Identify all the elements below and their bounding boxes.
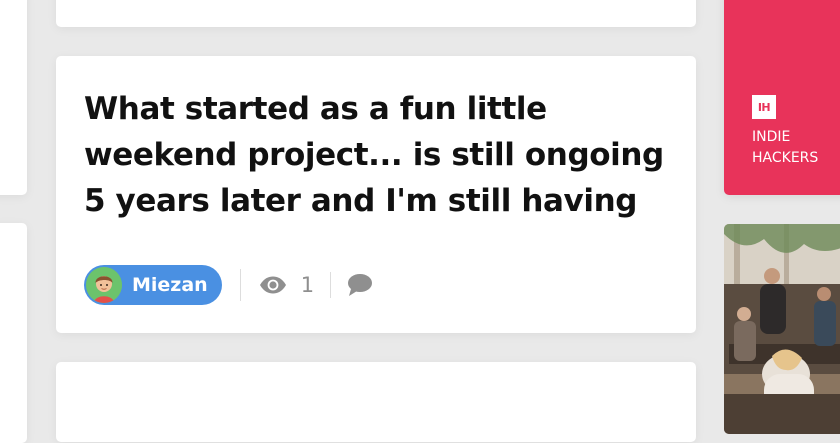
view-count-value: 1 (300, 272, 315, 297)
post-meta: Miezan 1 (84, 264, 373, 305)
view-count: 1 (259, 273, 314, 297)
author-pill[interactable]: Miezan (84, 264, 222, 305)
cafe-photo-image (724, 224, 840, 434)
avatar (86, 266, 122, 303)
indie-hackers-name: INDIE HACKERS (752, 129, 819, 166)
post-card-previous[interactable] (56, 0, 696, 27)
comment-icon[interactable] (347, 273, 373, 297)
adjacent-card-left-bottom (0, 223, 27, 443)
post-card[interactable]: What started as a fun little weekend pro… (56, 56, 696, 333)
meta-divider (239, 268, 241, 301)
avatar-icon (86, 266, 122, 303)
adjacent-card-left-top (0, 0, 27, 195)
eye-icon (259, 276, 287, 294)
author-name: Miezan (132, 273, 208, 296)
indie-hackers-logo-icon: IH (752, 95, 776, 119)
post-title[interactable]: What started as a fun little weekend pro… (84, 86, 684, 224)
post-card-next[interactable] (56, 362, 696, 442)
meta-divider (330, 271, 332, 298)
indie-hackers-promo[interactable]: IH INDIE HACKERS (724, 0, 840, 195)
sponsor-photo[interactable] (724, 224, 840, 434)
